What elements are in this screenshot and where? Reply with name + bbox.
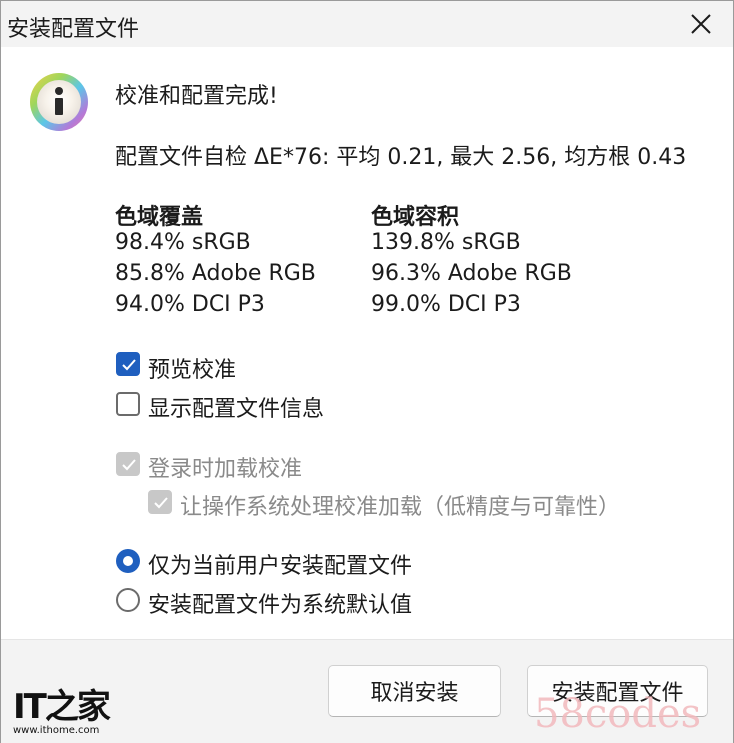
current-user-label[interactable]: 仅为当前用户安装配置文件 [148,548,412,580]
os-handles-loading-checkbox [148,490,172,514]
gamut-volume-dci-p3: 99.0% DCI P3 [371,292,521,317]
ithome-logo: IT之家 www.ithome.com [13,679,111,736]
gamut-coverage-dci-p3: 94.0% DCI P3 [115,292,265,317]
gamut-volume-adobe-rgb: 96.3% Adobe RGB [371,261,572,286]
install-profile-dialog: 安装配置文件 校准和配置完成! 配置文件自检 ΔE*76: 平均 0.21, 最… [0,0,734,743]
logo-url: www.ithome.com [13,725,100,736]
info-icon [30,73,88,131]
preview-calibration-label[interactable]: 预览校准 [148,352,236,384]
show-profile-info-label[interactable]: 显示配置文件信息 [148,391,324,423]
close-button[interactable] [669,1,733,47]
gamut-coverage-adobe-rgb: 85.8% Adobe RGB [115,261,316,286]
cancel-install-button[interactable]: 取消安装 [328,665,501,717]
title-bar: 安装配置文件 [1,1,733,47]
self-check-summary: 配置文件自检 ΔE*76: 平均 0.21, 最大 2.56, 均方根 0.43 [115,145,687,170]
os-handles-loading-label: 让操作系统处理校准加载（低精度与可靠性） [180,495,621,520]
current-user-radio[interactable] [116,549,140,573]
close-icon [691,14,711,34]
system-default-radio[interactable] [116,588,140,612]
preview-calibration-checkbox[interactable] [116,352,140,376]
checkmark-icon [122,359,136,371]
window-title: 安装配置文件 [7,17,140,42]
gamut-volume-srgb: 139.8% sRGB [371,230,521,255]
watermark-text: 58codes [534,691,702,737]
gamut-coverage-header: 色域覆盖 [115,205,204,230]
load-at-login-label: 登录时加载校准 [148,457,303,482]
load-at-login-checkbox [116,452,140,476]
logo-text: IT之家 [13,687,111,727]
completion-heading: 校准和配置完成! [115,84,278,109]
gamut-coverage-srgb: 98.4% sRGB [115,230,251,255]
gamut-volume-header: 色域容积 [371,205,460,230]
system-default-label[interactable]: 安装配置文件为系统默认值 [148,587,412,619]
show-profile-info-checkbox[interactable] [116,392,140,416]
checkmark-icon [122,459,136,471]
checkmark-icon [154,497,168,509]
